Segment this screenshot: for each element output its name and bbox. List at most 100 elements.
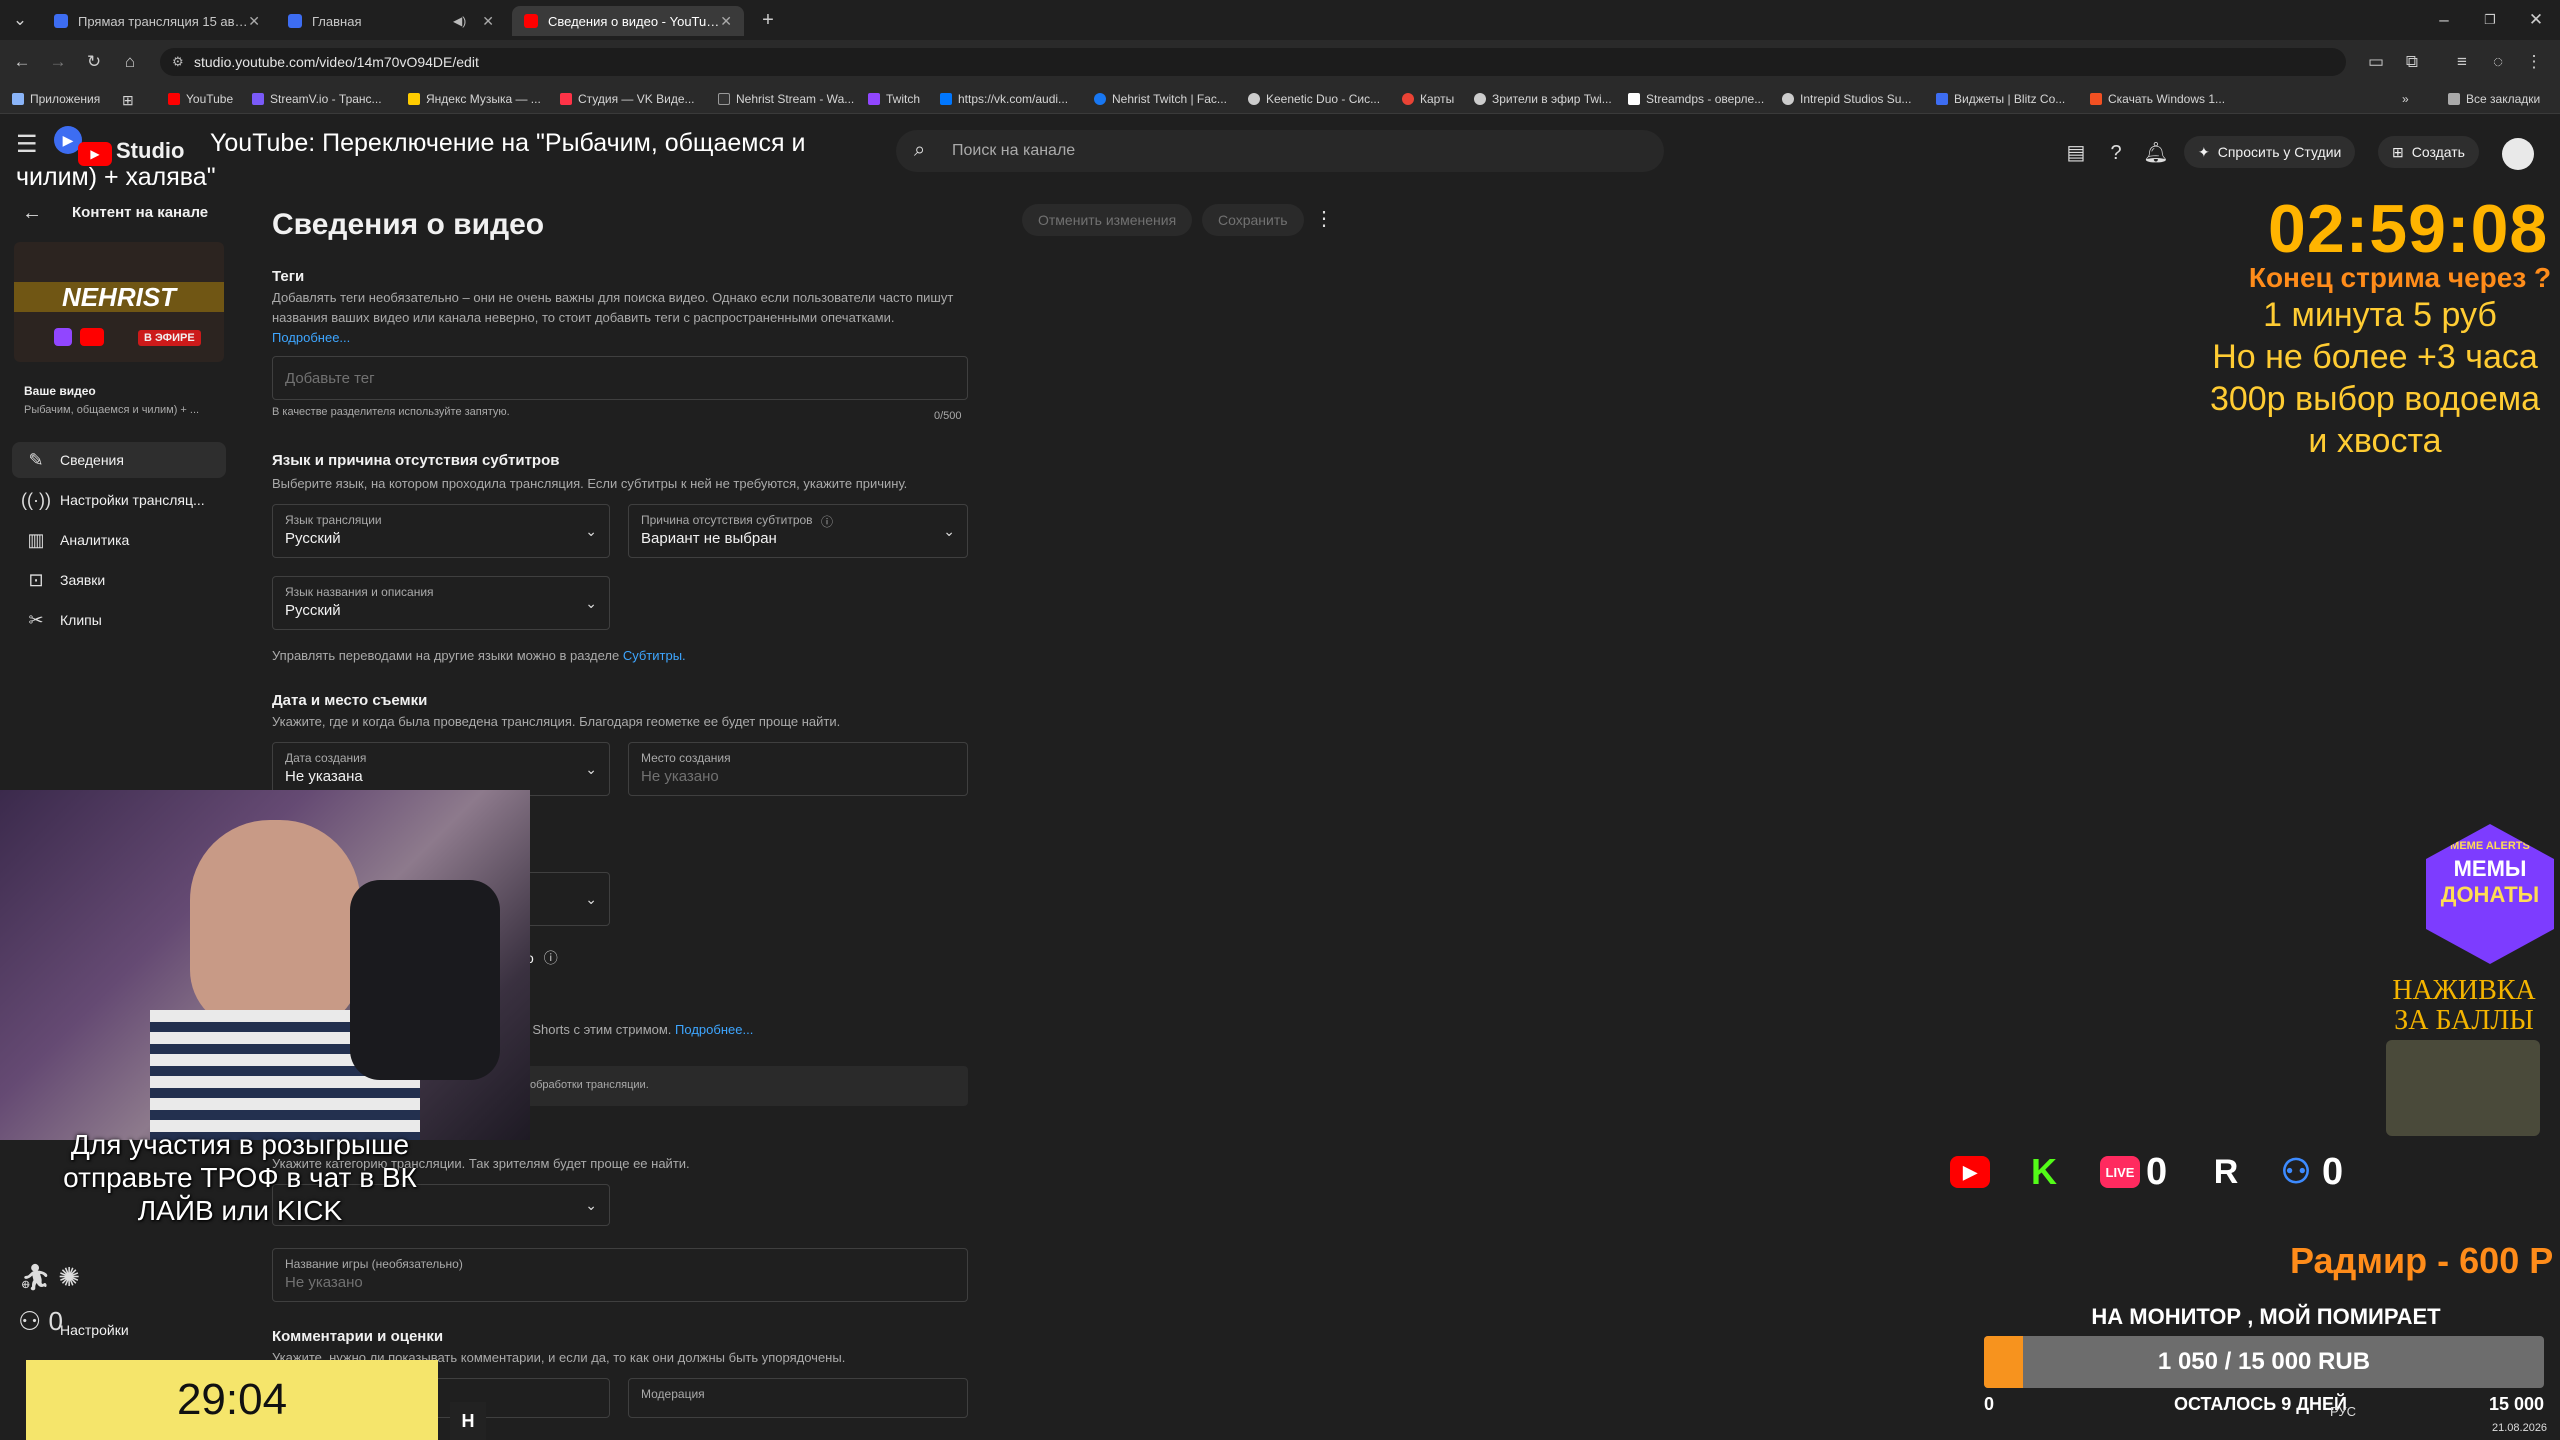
undo-changes-button[interactable]: Отменить изменения — [1022, 204, 1193, 236]
bookmark-keenetic[interactable]: Keenetic Duo - Сис... — [1248, 92, 1380, 106]
chevron-down-icon: ⌄ — [585, 1197, 597, 1213]
home-icon[interactable]: ⌂ — [118, 50, 142, 74]
ask-studio-button[interactable]: ✦ Спросить у Студии — [2184, 136, 2356, 168]
subtitles-link[interactable]: Субтитры. — [623, 648, 686, 663]
overlay-now-playing-title: YouTube: Переключение на "Рыбачим, общае… — [16, 129, 806, 191]
chevron-down-icon: ⌄ — [585, 595, 597, 611]
bookmark-windows[interactable]: Скачать Windows 1... — [2090, 92, 2225, 106]
rule-line-2: Но не более +3 часа — [2212, 338, 2538, 376]
goal-footer: 0 ОСТАЛОСЬ 9 ДНЕЙ 15 000 — [1984, 1394, 2544, 1414]
reload-icon[interactable]: ↻ — [82, 50, 106, 74]
back-to-content-link[interactable]: Контент на канале — [72, 204, 208, 221]
bookmark-streamvio[interactable]: StreamV.io - Транс... — [252, 92, 382, 106]
bookmark-nehrist-stream[interactable]: Nehrist Stream - Wa... — [718, 92, 854, 106]
tab-home[interactable]: Главная ◀) ✕ — [276, 6, 506, 36]
taskbar-date: 21.08.2026 — [2492, 1422, 2548, 1434]
maximize-icon[interactable]: ❐ — [2478, 8, 2502, 32]
moderation-select[interactable]: Модерация — [628, 1378, 968, 1418]
messages-icon[interactable]: ▤ — [2062, 139, 2090, 167]
game-title-input[interactable]: Название игры (необязательно) Не указано — [272, 1248, 968, 1302]
more-options-icon[interactable]: ⋮ — [1314, 206, 1334, 231]
site-info-icon[interactable]: ⚙ — [172, 54, 184, 70]
broadcast-language-select[interactable]: Язык трансляции Русский ⌄ — [272, 504, 610, 558]
sparkle-icon: ✦ — [2198, 143, 2210, 160]
sidebar-item-broadcast-settings[interactable]: ((·)) Настройки трансляц... — [12, 482, 226, 518]
save-button[interactable]: Сохранить — [1202, 204, 1304, 236]
taskbar-app-icon[interactable]: H — [450, 1402, 486, 1440]
bookmark-vk-audio[interactable]: https://vk.com/audi... — [940, 92, 1068, 106]
media-icon[interactable]: ≡ — [2450, 50, 2474, 74]
taskbar-lang[interactable]: РУС — [2330, 1404, 2356, 1419]
recording-place-input[interactable]: Место создания Не указано — [628, 742, 968, 796]
bookmark-intrepid[interactable]: Intrepid Studios Su... — [1782, 92, 1911, 106]
help-circle-icon[interactable]: ⓘ — [544, 950, 558, 966]
bookmark-apps[interactable]: Приложения — [12, 92, 100, 106]
sidebar-item-clips[interactable]: ✂ Клипы — [12, 602, 226, 638]
kick-platform: K — [2024, 1150, 2070, 1194]
profile-icon[interactable]: ◌ — [2486, 50, 2510, 74]
video-thumbnail[interactable]: NEHRIST В ЭФИРЕ — [14, 242, 224, 362]
hamburger-menu-icon[interactable]: ☰ — [16, 130, 38, 159]
account-avatar[interactable] — [2502, 138, 2534, 170]
cast-icon[interactable]: ▭ — [2364, 50, 2388, 74]
help-circle-icon[interactable]: ⓘ — [821, 513, 833, 530]
shorts-learn-more-link[interactable]: Подробнее... — [675, 1022, 753, 1037]
page-title: Сведения о видео — [272, 208, 545, 241]
tab-video-details[interactable]: Сведения о видео - YouTube Studio ✕ — [512, 6, 744, 36]
close-window-icon[interactable]: ✕ — [2524, 8, 2548, 32]
rutube-platform: R — [2206, 1150, 2252, 1194]
close-tab-icon[interactable]: ✕ — [248, 13, 260, 30]
tags-input[interactable]: Добавьте тег — [272, 356, 968, 400]
apps-grid-icon[interactable]: ⊞ — [122, 92, 134, 109]
bookmark-blitz[interactable]: Виджеты | Blitz Co... — [1936, 92, 2065, 106]
vklive-logo-icon: LIVE — [2100, 1156, 2140, 1188]
speaker-icon[interactable]: ◀) — [453, 14, 466, 28]
all-bookmarks[interactable]: Все закладки — [2448, 92, 2540, 106]
scissors-icon: ✂ — [28, 609, 44, 630]
language-description: Выберите язык, на котором проходила тран… — [272, 476, 908, 491]
back-icon[interactable]: ← — [10, 50, 34, 74]
no-subtitles-reason-select[interactable]: Причина отсутствия субтитров ⓘ Вариант н… — [628, 504, 968, 558]
bookmark-streamdps[interactable]: Streamdps - оверле... — [1628, 92, 1764, 106]
help-icon[interactable]: ? — [2102, 139, 2130, 167]
sidebar-item-requests[interactable]: ⊡ Заявки — [12, 562, 226, 598]
bookmark-twitch[interactable]: Twitch — [868, 92, 920, 106]
menu-dots-icon[interactable]: ⋮ — [2522, 50, 2546, 74]
forward-icon[interactable]: → — [46, 50, 70, 74]
sidebar-item-details[interactable]: ✎ Сведения — [12, 442, 226, 478]
bait-for-points: НАЖИВКА ЗА БАЛЛЫ — [2392, 975, 2536, 1036]
close-tab-icon[interactable]: ✕ — [482, 13, 494, 30]
your-video-label: Ваше видео — [24, 384, 96, 398]
recording-date-select[interactable]: Дата создания Не указана ⌄ — [272, 742, 610, 796]
channel-search[interactable]: ⌕ Поиск на канале — [896, 130, 1664, 172]
back-arrow-icon[interactable]: ← — [22, 202, 42, 225]
bookmark-viewers[interactable]: Зрители в эфир Twi... — [1474, 92, 1612, 106]
channel-name-text: NEHRIST — [61, 282, 177, 312]
youtube-logo-icon: ▶ — [1950, 1156, 1990, 1188]
create-button[interactable]: ⊞ Создать — [2378, 136, 2479, 168]
tags-title: Теги — [272, 268, 305, 285]
favicon-icon — [524, 14, 538, 28]
extensions-icon[interactable]: ⧉ — [2400, 50, 2424, 74]
tags-learn-more-link[interactable]: Подробнее... — [272, 330, 350, 345]
minimize-icon[interactable]: – — [2432, 8, 2456, 32]
title-language-select[interactable]: Язык названия и описания Русский ⌄ — [272, 576, 610, 630]
tab-live-broadcast[interactable]: Прямая трансляция 15 августа ✕ — [42, 6, 272, 36]
bookmark-youtube[interactable]: YouTube — [168, 92, 233, 106]
notifications-bell-icon[interactable]: 🔔︎ — [2142, 139, 2170, 167]
broadcast-icon: ((·)) — [21, 489, 51, 510]
bookmark-yandex-music[interactable]: Яндекс Музыка — ... — [408, 92, 541, 106]
bookmark-nehrist-facebook[interactable]: Nehrist Twitch | Fac... — [1094, 92, 1227, 106]
twitch-icon — [54, 328, 72, 346]
more-bookmarks-icon[interactable]: » — [2402, 92, 2409, 106]
person-spinner-icon: ⛹︎ ✺ — [18, 1262, 81, 1292]
url-bar[interactable]: ⚙ studio.youtube.com/video/14m70vO94DE/e… — [160, 48, 2346, 76]
sidebar-item-analytics[interactable]: ▥ Аналитика — [12, 522, 226, 558]
new-tab-icon[interactable]: + — [756, 8, 780, 32]
bookmark-maps[interactable]: Карты — [1402, 92, 1454, 106]
tab-search-icon[interactable]: ⌄ — [8, 8, 32, 32]
close-tab-icon[interactable]: ✕ — [720, 13, 732, 30]
chevron-down-icon: ⌄ — [585, 891, 597, 907]
comments-title: Комментарии и оценки — [272, 1328, 444, 1345]
bookmark-vk-video[interactable]: Студия — VK Виде... — [560, 92, 695, 106]
